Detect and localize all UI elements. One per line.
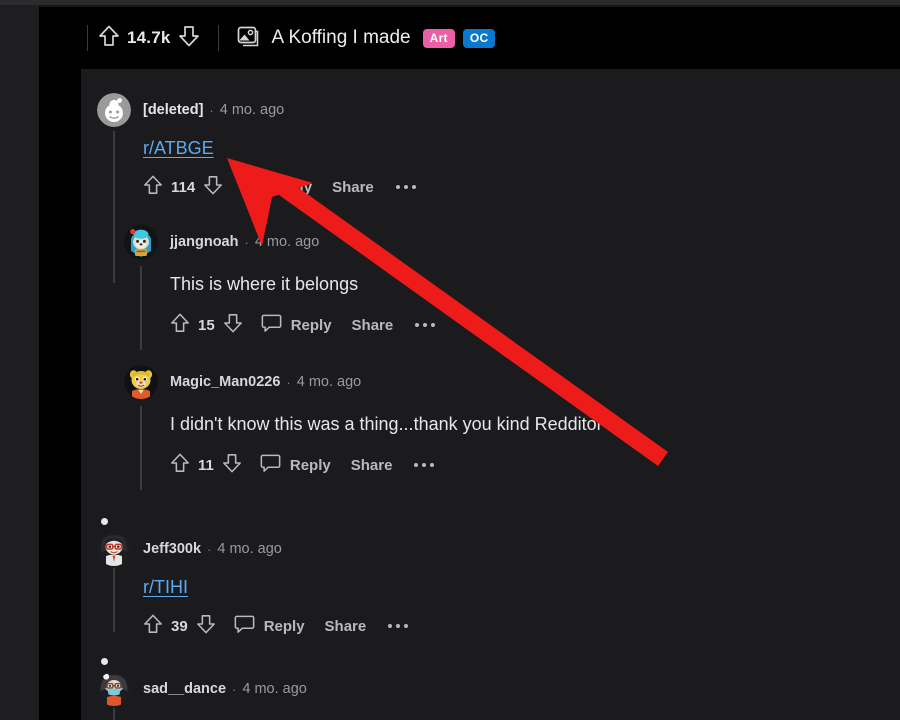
comment-actions: 11 Reply Share: [170, 451, 884, 479]
comment-author[interactable]: [deleted]: [143, 102, 203, 118]
comment-item: jjangnoah · 4 mo. ago This is where it b…: [124, 225, 884, 339]
downvote-arrow-icon[interactable]: [222, 452, 242, 479]
comment-age: 4 mo. ago: [296, 374, 362, 390]
header-divider-left: [87, 25, 88, 51]
yellow-bear-avatar[interactable]: [124, 365, 158, 399]
comment-age: 4 mo. ago: [242, 681, 307, 697]
comment-actions: 15 Reply Share: [170, 311, 884, 339]
upvote-arrow-icon[interactable]: [170, 312, 190, 339]
share-button[interactable]: Share: [351, 457, 393, 474]
comment-author[interactable]: Jeff300k: [143, 541, 201, 557]
comment-item: Magic_Man0226 · 4 mo. ago I didn't know …: [124, 365, 884, 479]
upvote-arrow-icon[interactable]: [143, 174, 163, 201]
comment-actions: 114 Reply Share: [143, 173, 877, 201]
snoo-deleted-avatar[interactable]: [97, 93, 131, 127]
collapse-thread-dot[interactable]: [101, 518, 108, 525]
comment-author[interactable]: Magic_Man0226: [170, 374, 280, 390]
comment-score: 11: [198, 456, 214, 474]
speech-bubble-icon[interactable]: [260, 453, 281, 478]
badge-art[interactable]: Art: [422, 28, 455, 48]
header-divider-right: [217, 25, 219, 51]
reply-button[interactable]: Reply: [264, 618, 305, 635]
post-vote-group: 14.7k: [98, 24, 200, 53]
comment-header: Jeff300k · 4 mo. ago: [97, 532, 877, 566]
subreddit-link[interactable]: r/TIHI: [143, 577, 188, 597]
collapse-thread-dot[interactable]: [101, 658, 108, 665]
comments-panel: [deleted] · 4 mo. ago r/ATBGE 114 Reply …: [81, 69, 900, 720]
screenshot-root: 14.7k A Koffing I made Art OC [deleted] …: [0, 0, 900, 720]
badge-oc[interactable]: OC: [462, 28, 496, 48]
meta-separator: ·: [244, 234, 249, 250]
left-sidebar-strip: [0, 5, 39, 720]
meta-separator: ·: [207, 541, 212, 557]
comment-age: 4 mo. ago: [219, 102, 285, 118]
reply-button[interactable]: Reply: [290, 457, 331, 474]
post-header-bar: 14.7k A Koffing I made Art OC: [81, 7, 900, 69]
comment-body: I didn't know this was a thing...thank y…: [170, 414, 603, 434]
subreddit-link[interactable]: r/ATBGE: [143, 138, 214, 158]
comment-item: Jeff300k · 4 mo. ago r/TIHI 39 Reply Sha…: [97, 532, 877, 640]
post-score: 14.7k: [127, 28, 171, 47]
comment-header: Magic_Man0226 · 4 mo. ago: [124, 365, 884, 399]
share-button[interactable]: Share: [325, 618, 367, 635]
downvote-arrow-icon[interactable]: [223, 312, 243, 339]
reply-button[interactable]: Reply: [291, 317, 332, 334]
comment-header: jjangnoah · 4 mo. ago: [124, 225, 884, 259]
teal-hat-avatar[interactable]: [124, 225, 158, 259]
comment-score: 39: [171, 617, 188, 635]
ellipsis-icon[interactable]: [388, 624, 409, 628]
meta-separator: ·: [232, 681, 237, 697]
comment-body: r/ATBGE: [143, 138, 877, 159]
ellipsis-icon[interactable]: [415, 323, 436, 328]
comment-header: [deleted] · 4 mo. ago: [97, 93, 877, 127]
downvote-arrow-icon[interactable]: [196, 613, 216, 640]
comment-age: 4 mo. ago: [254, 234, 320, 250]
upvote-arrow-icon[interactable]: [143, 613, 163, 640]
comment-author[interactable]: jjangnoah: [170, 234, 238, 250]
upvote-arrow-icon[interactable]: [170, 452, 190, 479]
comment-header: sad__dance · 4 mo. ago: [97, 672, 877, 706]
share-button[interactable]: Share: [352, 317, 394, 334]
image-thumbnail-icon[interactable]: [236, 24, 260, 53]
left-gutter: [39, 7, 81, 720]
post-badges: Art OC: [422, 28, 496, 48]
comment-actions: 39 Reply Share: [143, 612, 877, 640]
speech-bubble-icon[interactable]: [261, 313, 282, 338]
ellipsis-icon[interactable]: [414, 463, 435, 468]
post-title[interactable]: A Koffing I made: [272, 27, 411, 49]
downvote-arrow-icon[interactable]: [178, 24, 200, 53]
meta-separator: ·: [286, 374, 291, 390]
comment-body: r/TIHI: [143, 577, 877, 598]
meta-separator: ·: [209, 102, 214, 118]
mask-avatar[interactable]: [97, 672, 131, 706]
speech-bubble-icon[interactable]: [234, 614, 255, 639]
upvote-arrow-icon[interactable]: [98, 24, 120, 53]
comment-author[interactable]: sad__dance: [143, 681, 226, 697]
speech-bubble-icon[interactable]: [241, 175, 262, 200]
downvote-arrow-icon[interactable]: [203, 174, 223, 201]
comment-age: 4 mo. ago: [217, 541, 282, 557]
share-button[interactable]: Share: [332, 179, 374, 196]
dark-hair-avatar[interactable]: [97, 532, 131, 566]
comment-item: sad__dance · 4 mo. ago: [97, 672, 877, 719]
comment-score: 114: [171, 178, 196, 196]
comment-item: [deleted] · 4 mo. ago r/ATBGE 114 Reply …: [97, 93, 877, 201]
ellipsis-icon[interactable]: [395, 185, 416, 189]
comment-body: This is where it belongs: [170, 274, 359, 294]
comment-score: 15: [198, 316, 215, 334]
reply-button[interactable]: Reply: [271, 179, 312, 196]
